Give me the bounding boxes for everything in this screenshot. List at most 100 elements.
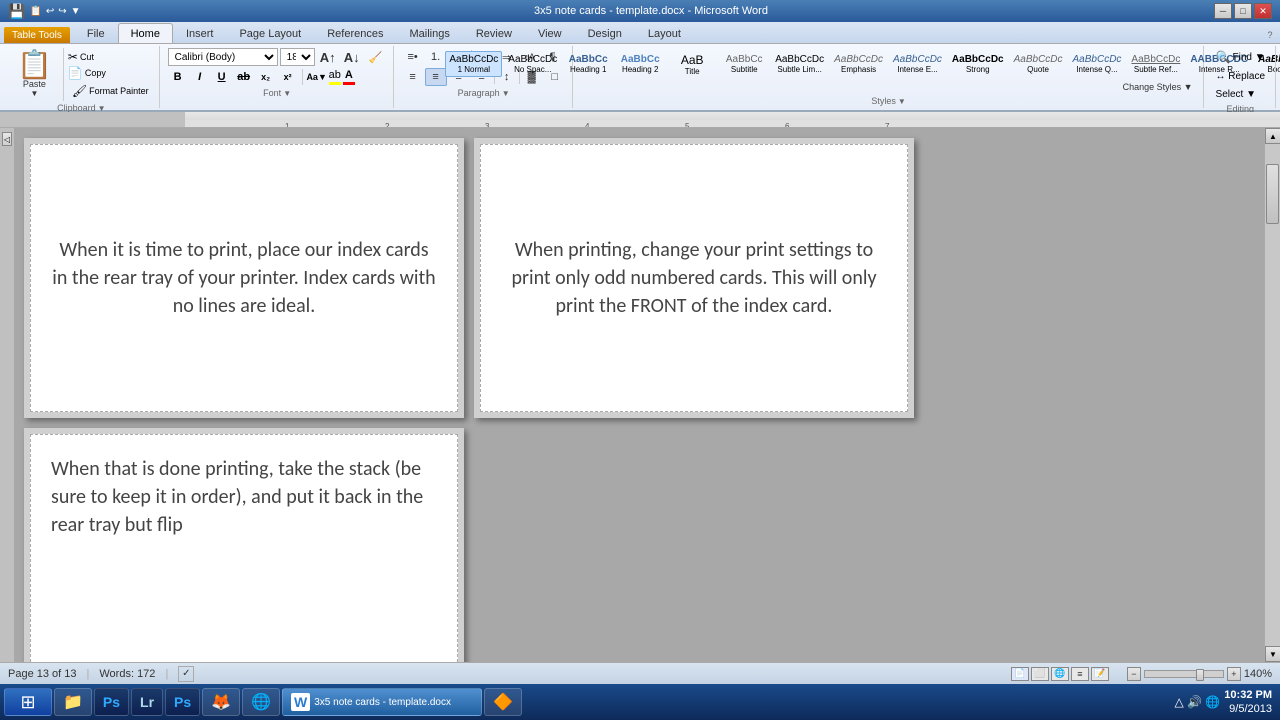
spell-check-button[interactable]: ✓ — [178, 666, 194, 682]
style-subtle-emphasis[interactable]: AaBbCcDc Subtle Lim... — [771, 51, 828, 77]
start-button[interactable]: ⊞ — [4, 688, 52, 716]
zoom-out-button[interactable]: − — [1127, 667, 1141, 681]
card-row-1: When it is time to print, place our inde… — [24, 138, 1254, 418]
tab-insert[interactable]: Insert — [173, 23, 227, 43]
font-color-button[interactable]: A — [343, 69, 355, 85]
align-left-button[interactable]: ≡ — [402, 68, 424, 86]
scroll-up-button[interactable]: ▲ — [1265, 128, 1280, 144]
highlight-button[interactable]: ab — [329, 69, 341, 85]
card-inner-1: When it is time to print, place our inde… — [30, 144, 458, 412]
card-1-text: When it is time to print, place our inde… — [51, 236, 437, 320]
copy-button[interactable]: 📄 Copy — [68, 66, 153, 80]
minimize-button[interactable]: ─ — [1214, 3, 1232, 19]
outline-view-button[interactable]: ≡ — [1071, 667, 1089, 681]
clear-format-button[interactable]: 🧹 — [365, 48, 387, 66]
tab-layout[interactable]: Layout — [635, 23, 694, 43]
strikethrough-button[interactable]: ab — [234, 68, 254, 86]
paste-button[interactable]: 📋 Paste ▼ — [10, 48, 59, 101]
tab-page-layout[interactable]: Page Layout — [226, 23, 314, 43]
tab-view[interactable]: View — [525, 23, 575, 43]
style-heading2[interactable]: AaBbCc Heading 2 — [615, 51, 665, 77]
italic-button[interactable]: I — [190, 68, 210, 86]
subscript-button[interactable]: x₂ — [256, 68, 276, 86]
font-size-select[interactable]: 180 — [280, 48, 315, 66]
web-layout-button[interactable]: 🌐 — [1051, 667, 1069, 681]
taskbar-file-explorer[interactable]: 📁 — [54, 688, 92, 716]
tab-home[interactable]: Home — [118, 23, 173, 43]
window-title: 3x5 note cards - template.docx - Microso… — [88, 5, 1214, 17]
select-button[interactable]: Select ▼ — [1212, 87, 1269, 102]
font-label: Font ▼ — [263, 88, 291, 98]
ribbon: 📋 Paste ▼ ✂ Cut 📄 Copy 🖌 Format Painter — [0, 44, 1280, 112]
format-painter-button[interactable]: 🖌 Format Painter — [68, 82, 153, 100]
font-grow-button[interactable]: A↑ — [317, 48, 339, 66]
draft-view-button[interactable]: 📝 — [1091, 667, 1109, 681]
cut-button[interactable]: ✂ Cut — [68, 50, 153, 64]
taskbar-word[interactable]: W 3x5 note cards - template.docx — [282, 688, 482, 716]
taskbar: ⊞ 📁 Ps Lr Ps 🦊 🌐 W 3x5 note cards - temp… — [0, 684, 1280, 720]
page-card-1[interactable]: When it is time to print, place our inde… — [24, 138, 464, 418]
document-area[interactable]: When it is time to print, place our inde… — [14, 128, 1264, 662]
case-button[interactable]: Aa▼ — [307, 68, 327, 86]
taskbar-vlc[interactable]: 🔶 — [484, 688, 522, 716]
svg-text:2: 2 — [385, 122, 390, 129]
tab-review[interactable]: Review — [463, 23, 525, 43]
style-heading1[interactable]: AaBbCc Heading 1 — [563, 51, 613, 77]
style-quote[interactable]: AaBbCcDc Quote — [1010, 51, 1067, 77]
bullets-button[interactable]: ≡• — [402, 48, 424, 66]
view-buttons: 📄 ⬜ 🌐 ≡ 📝 — [1011, 667, 1109, 681]
style-normal[interactable]: AaBbCcDc 1 Normal — [445, 51, 502, 77]
page-card-2[interactable]: When printing, change your print setting… — [474, 138, 914, 418]
vertical-scrollbar[interactable]: ▲ ▼ — [1264, 128, 1280, 662]
word-count: Words: 172 — [99, 668, 155, 680]
window-controls[interactable]: ─ □ ✕ — [1214, 3, 1272, 19]
numbering-button[interactable]: 1. — [425, 48, 447, 66]
superscript-button[interactable]: x² — [278, 68, 298, 86]
taskbar-lightroom[interactable]: Lr — [131, 688, 163, 716]
tab-mailings[interactable]: Mailings — [397, 23, 463, 43]
style-no-spacing[interactable]: AaBbCcDc No Spac... — [504, 51, 561, 77]
collapse-button[interactable]: ◁ — [2, 132, 12, 146]
style-title[interactable]: AaB Title — [667, 50, 717, 79]
clipboard-group: 📋 Paste ▼ ✂ Cut 📄 Copy 🖌 Format Painter — [4, 46, 160, 108]
taskbar-photoshop[interactable]: Ps — [94, 688, 129, 716]
font-group: Calibri (Body) 180 A↑ A↓ 🧹 B I U ab x₂ x… — [162, 46, 394, 108]
taskbar-firefox[interactable]: 🦊 — [202, 688, 240, 716]
scroll-thumb[interactable] — [1266, 164, 1279, 224]
font-shrink-button[interactable]: A↓ — [341, 48, 363, 66]
table-tools-tab[interactable]: Table Tools — [4, 27, 70, 43]
taskbar-chrome[interactable]: 🌐 — [242, 688, 280, 716]
style-strong[interactable]: AaBbCcDc Strong — [948, 51, 1008, 77]
tab-design[interactable]: Design — [575, 23, 635, 43]
ribbon-help-button[interactable]: ? — [1260, 27, 1280, 43]
tab-file[interactable]: File — [74, 23, 118, 43]
style-emphasis[interactable]: AaBbCcDc Emphasis — [830, 51, 887, 77]
style-subtle-ref[interactable]: AaBbCcDc Subtle Ref... — [1127, 51, 1184, 77]
maximize-button[interactable]: □ — [1234, 3, 1252, 19]
align-center-button[interactable]: ≡ — [425, 68, 447, 86]
page-card-3[interactable]: When that is done printing, take the sta… — [24, 428, 464, 662]
scroll-track[interactable] — [1265, 144, 1280, 646]
find-button[interactable]: 🔍 Find ▼ — [1212, 48, 1269, 66]
zoom-in-button[interactable]: + — [1227, 667, 1241, 681]
close-button[interactable]: ✕ — [1254, 3, 1272, 19]
zoom-thumb[interactable] — [1196, 669, 1204, 681]
style-intense-quote[interactable]: AaBbCcDc Intense Q... — [1069, 51, 1126, 77]
tab-references[interactable]: References — [314, 23, 396, 43]
clock-time: 10:32 PM — [1224, 688, 1272, 702]
print-layout-button[interactable]: 📄 — [1011, 667, 1029, 681]
change-styles-button[interactable]: Change Styles ▼ — [1119, 80, 1197, 94]
taskbar-photoshop2[interactable]: Ps — [165, 688, 200, 716]
style-intense-emphasis[interactable]: AaBbCcDc Intense E... — [889, 51, 946, 77]
style-subtitle[interactable]: AaBbCc Subtitle — [719, 51, 769, 77]
underline-button[interactable]: U — [212, 68, 232, 86]
font-name-select[interactable]: Calibri (Body) — [168, 48, 278, 66]
zoom-slider[interactable] — [1144, 670, 1224, 678]
zoom-level: 140% — [1244, 668, 1272, 680]
full-screen-button[interactable]: ⬜ — [1031, 667, 1049, 681]
replace-button[interactable]: ↔ Replace — [1212, 69, 1269, 84]
bold-button[interactable]: B — [168, 68, 188, 86]
title-bar: 💾 📋 ↩ ↪ ▼ 3x5 note cards - template.docx… — [0, 0, 1280, 22]
scroll-down-button[interactable]: ▼ — [1265, 646, 1280, 662]
system-tray: △ 🔊 🌐 10:32 PM 9/5/2013 — [1171, 688, 1276, 717]
